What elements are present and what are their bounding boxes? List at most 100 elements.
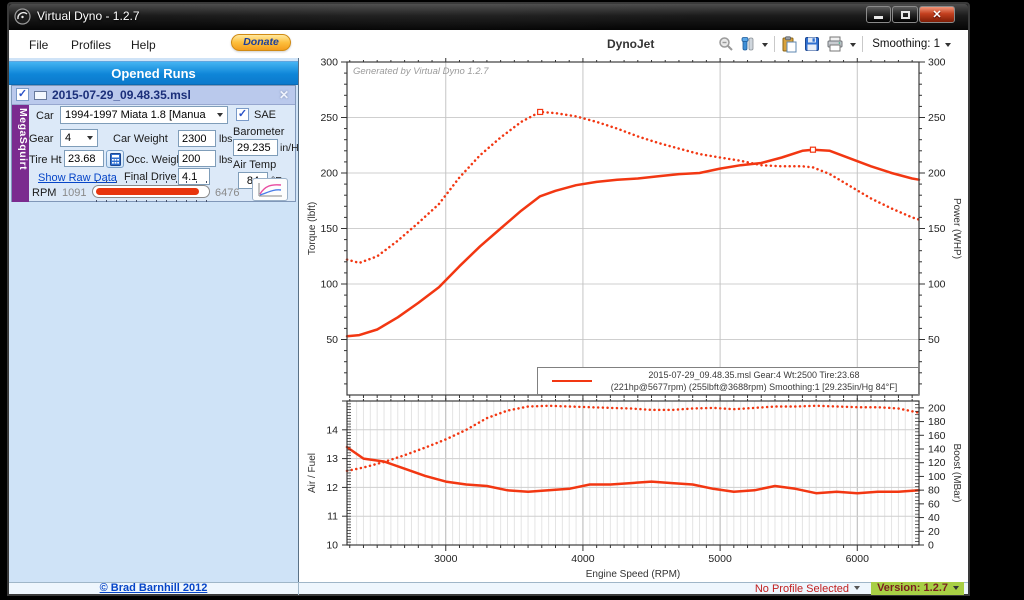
app-logo-icon bbox=[14, 8, 31, 25]
megasquirt-tab: MegaSquirt bbox=[12, 105, 29, 202]
svg-text:250: 250 bbox=[928, 112, 946, 124]
menu-bar: File Profiles Help Donate DynoJet Smooth… bbox=[9, 30, 968, 58]
version-caret bbox=[953, 586, 959, 593]
minimize-icon bbox=[874, 16, 883, 19]
svg-text:60: 60 bbox=[928, 498, 940, 510]
gear-select-caret bbox=[87, 136, 93, 143]
calculator-icon bbox=[109, 152, 121, 166]
svg-text:Boost (MBar): Boost (MBar) bbox=[951, 444, 962, 503]
rpm-slider-ticks-bottom bbox=[96, 200, 208, 202]
maximize-icon bbox=[900, 10, 910, 19]
smoothing-dropdown[interactable]: Smoothing: 1 bbox=[869, 37, 954, 51]
donate-button[interactable]: Donate bbox=[231, 34, 291, 51]
rpm-label: RPM bbox=[32, 187, 57, 199]
car-weight-unit: lbs bbox=[219, 133, 233, 145]
tire-calculator-button[interactable] bbox=[106, 150, 124, 168]
svg-text:5000: 5000 bbox=[708, 553, 732, 565]
svg-text:6000: 6000 bbox=[846, 553, 870, 565]
rpm-range-slider[interactable] bbox=[92, 185, 210, 198]
smoothing-caret bbox=[945, 42, 951, 50]
svg-text:Engine Speed (RPM): Engine Speed (RPM) bbox=[586, 569, 681, 580]
occ-weight-label: Occ. Weight bbox=[126, 154, 186, 166]
svg-text:100: 100 bbox=[928, 471, 946, 483]
svg-text:3000: 3000 bbox=[434, 553, 458, 565]
version-selector[interactable]: Version: 1.2.7 bbox=[871, 582, 964, 595]
svg-text:50: 50 bbox=[928, 334, 940, 346]
version-label: Version: 1.2.7 bbox=[877, 582, 948, 594]
run-filename: 2015-07-29_09.48.35.msl bbox=[52, 88, 191, 102]
legend-text: 2015-07-29_09.48.35.msl Gear:4 Wt:2500 T… bbox=[600, 369, 918, 393]
tools-icon[interactable] bbox=[740, 36, 756, 52]
title-bar[interactable]: Virtual Dyno - 1.2.7 ✕ bbox=[9, 4, 968, 30]
car-value: 1994-1997 Miata 1.8 [Manua bbox=[65, 109, 206, 121]
print-icon[interactable] bbox=[826, 36, 844, 52]
svg-text:20: 20 bbox=[928, 526, 940, 538]
profile-label: No Profile Selected bbox=[754, 583, 849, 595]
car-select[interactable]: 1994-1997 Miata 1.8 [Manua bbox=[60, 106, 228, 124]
run-card-header: ✓ 2015-07-29_09.48.35.msl ✕ bbox=[12, 86, 295, 105]
toolbar-separator bbox=[774, 36, 776, 52]
svg-text:4000: 4000 bbox=[571, 553, 595, 565]
sae-checkbox[interactable]: ✓ bbox=[236, 108, 249, 121]
svg-text:180: 180 bbox=[928, 416, 946, 428]
show-graph-button[interactable] bbox=[252, 178, 288, 201]
gear-value: 4 bbox=[65, 132, 72, 144]
svg-text:100: 100 bbox=[320, 279, 338, 291]
zoom-out-icon[interactable] bbox=[718, 36, 734, 52]
status-left-cell: © Brad Barnhill 2012 bbox=[9, 582, 299, 595]
svg-text:150: 150 bbox=[320, 223, 338, 235]
svg-text:80: 80 bbox=[928, 485, 940, 497]
svg-text:100: 100 bbox=[928, 279, 946, 291]
menu-file[interactable]: File bbox=[23, 36, 54, 54]
close-run-icon[interactable]: ✕ bbox=[279, 88, 289, 102]
mini-chart-icon bbox=[258, 182, 282, 196]
sae-label: SAE bbox=[254, 109, 277, 121]
svg-text:50: 50 bbox=[326, 334, 338, 346]
svg-text:300: 300 bbox=[320, 58, 338, 69]
barometer-input[interactable] bbox=[233, 139, 278, 156]
svg-text:14: 14 bbox=[326, 424, 338, 436]
opened-runs-header: Opened Runs bbox=[9, 61, 298, 85]
chart-toolbar: Smoothing: 1 bbox=[718, 34, 954, 54]
menu-profiles[interactable]: Profiles bbox=[65, 36, 117, 54]
close-button[interactable]: ✕ bbox=[919, 6, 955, 23]
tools-dropdown-caret[interactable] bbox=[762, 42, 769, 50]
copyright-link[interactable]: © Brad Barnhill 2012 bbox=[100, 582, 208, 594]
app-client-area: File Profiles Help Donate DynoJet Smooth… bbox=[9, 30, 968, 595]
svg-text:150: 150 bbox=[928, 223, 946, 235]
dyno-mode-label: DynoJet bbox=[607, 37, 655, 51]
tire-ht-input[interactable] bbox=[64, 150, 104, 167]
legend-line1: 2015-07-29_09.48.35.msl Gear:4 Wt:2500 T… bbox=[648, 369, 860, 380]
close-icon: ✕ bbox=[932, 9, 942, 21]
svg-text:Power (WHP): Power (WHP) bbox=[951, 198, 962, 259]
minimize-button[interactable] bbox=[866, 6, 891, 23]
toolbar-separator bbox=[862, 36, 864, 52]
run-file-icon bbox=[34, 91, 47, 100]
svg-text:0: 0 bbox=[928, 540, 934, 552]
occ-weight-input[interactable] bbox=[178, 150, 216, 167]
svg-text:140: 140 bbox=[928, 444, 946, 456]
smoothing-label: Smoothing: 1 bbox=[872, 38, 940, 50]
dyno-chart-svg[interactable]: 50 50100 100150 150200 200250 250300 300101112… bbox=[299, 58, 967, 582]
svg-text:Air / Fuel: Air / Fuel bbox=[307, 453, 318, 493]
svg-text:10: 10 bbox=[326, 540, 338, 552]
profile-caret bbox=[854, 586, 860, 593]
gear-select[interactable]: 4 bbox=[60, 129, 98, 147]
run-enabled-checkbox[interactable]: ✓ bbox=[16, 88, 29, 101]
chart-panel: 50 50 100 100 150 150 200 200 250 250 300 300 10 11 12… bbox=[299, 58, 968, 582]
rpm-min-value: 1091 bbox=[62, 187, 87, 199]
car-weight-label: Car Weight bbox=[113, 133, 168, 145]
save-icon[interactable] bbox=[804, 36, 820, 52]
profile-selector[interactable]: No Profile Selected bbox=[755, 583, 860, 595]
svg-text:40: 40 bbox=[928, 512, 940, 524]
car-weight-input[interactable] bbox=[178, 130, 216, 147]
menu-help[interactable]: Help bbox=[125, 36, 162, 54]
maximize-button[interactable] bbox=[892, 6, 918, 23]
window-title: Virtual Dyno - 1.2.7 bbox=[37, 9, 140, 23]
print-dropdown-caret[interactable] bbox=[850, 42, 857, 50]
status-bar: © Brad Barnhill 2012 No Profile Selected… bbox=[9, 582, 968, 595]
svg-text:200: 200 bbox=[320, 168, 338, 180]
paste-icon[interactable] bbox=[781, 35, 798, 53]
svg-text:250: 250 bbox=[320, 112, 338, 124]
rpm-slider-fill bbox=[96, 188, 199, 195]
